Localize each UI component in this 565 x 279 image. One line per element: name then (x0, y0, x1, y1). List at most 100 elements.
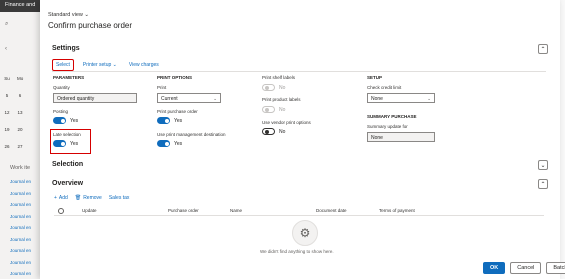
calendar-day[interactable]: 27 (17, 144, 23, 149)
background-left-pane: ⌕ ‹ Su Mo 5 6 12 13 19 20 26 27 Work ite… (0, 12, 40, 279)
print-po-toggle[interactable]: Yes (157, 117, 182, 124)
toggle-switch (262, 106, 275, 113)
print-product-toggle: No (262, 106, 285, 113)
use-pm-label: Use print management destination (157, 132, 226, 137)
print-select[interactable]: Current ⌄ (157, 93, 221, 103)
column-header-purchase-order[interactable]: Purchase order (168, 208, 199, 213)
dialog-title: Confirm purchase order (48, 21, 133, 30)
journal-link[interactable]: Journal en (10, 248, 40, 260)
journal-link[interactable]: Journal en (10, 260, 40, 272)
ok-button[interactable]: OK (483, 262, 506, 274)
select-all-radio[interactable] (58, 208, 64, 214)
print-product-value: No (279, 106, 286, 113)
selection-header[interactable]: Selection (52, 161, 83, 168)
journal-link[interactable]: Journal en (10, 271, 40, 279)
chevron-up-icon: ⌃ (540, 46, 546, 53)
print-label: Print (157, 85, 167, 90)
search-icon[interactable]: ⌕ (5, 21, 8, 28)
calendar-week-row: 19 20 (4, 121, 40, 138)
use-pm-toggle[interactable]: Yes (157, 140, 182, 147)
calendar-week-row: 12 13 (4, 104, 40, 121)
setup-header: SETUP (367, 75, 383, 80)
overview-header[interactable]: Overview (52, 180, 83, 187)
selection-section: Selection ⌄ (48, 158, 553, 172)
posting-label: Posting (53, 109, 69, 114)
view-selector[interactable]: Standard view ⌄ (48, 12, 89, 18)
calendar-header-row: Su Mo (4, 70, 40, 87)
calendar-day[interactable]: 26 (4, 144, 10, 149)
posting-toggle[interactable]: Yes (53, 117, 78, 124)
calendar-day-header: Mo (17, 76, 24, 81)
journal-link[interactable]: Journal en (10, 202, 40, 214)
chevron-down-icon: ⌄ (111, 62, 117, 68)
late-selection-toggle[interactable]: Yes (53, 140, 78, 147)
calendar-day[interactable]: 20 (17, 127, 23, 132)
toolbar-divider (52, 71, 546, 72)
summary-update-field[interactable]: None (367, 132, 435, 142)
column-header-update[interactable]: Update (82, 208, 97, 213)
parameters-header: PARAMETERS (53, 75, 85, 80)
calendar-day[interactable]: 13 (17, 110, 23, 115)
overview-toolbar: + Add 🗑 Remove Sales tax (54, 195, 129, 201)
journal-link[interactable]: Journal en (10, 214, 40, 226)
calendar-day[interactable]: 5 (4, 93, 10, 98)
cancel-button[interactable]: Cancel (510, 262, 542, 274)
view-label: Standard view (48, 12, 83, 18)
print-po-value: Yes (174, 117, 183, 124)
column-header-document-date[interactable]: Document date (316, 208, 347, 213)
calendar-week-row: 5 6 (4, 87, 40, 104)
summary-purchase-header: SUMMARY PURCHASE (367, 114, 417, 119)
remove-button[interactable]: 🗑 Remove (75, 195, 102, 201)
dialog-footer: OK Cancel Batch (483, 262, 565, 274)
sales-tax-button[interactable]: Sales tax (109, 195, 130, 201)
calendar-day[interactable]: 12 (4, 110, 10, 115)
batch-button[interactable]: Batch (546, 262, 565, 274)
confirm-purchase-order-dialog: Standard view ⌄ Confirm purchase order S… (40, 0, 565, 279)
late-selection-value: Yes (70, 140, 79, 147)
view-charges-button[interactable]: View charges (126, 60, 162, 70)
quantity-field[interactable]: Ordered quantity (53, 93, 137, 103)
add-button[interactable]: + Add (54, 195, 68, 201)
collapse-overview-button[interactable]: ⌃ (538, 179, 548, 189)
print-value: Current (161, 95, 178, 102)
calendar-day[interactable]: 6 (17, 93, 23, 98)
settings-section: Settings ⌃ Select Printer setup ⌄ View c… (48, 41, 553, 154)
calendar-day[interactable]: 19 (4, 127, 10, 132)
vendor-print-value: No (279, 128, 286, 135)
late-selection-label: Late selection (53, 132, 81, 137)
expand-selection-button[interactable]: ⌄ (538, 160, 548, 170)
print-shelf-value: No (279, 84, 286, 91)
toggle-switch (53, 117, 66, 124)
empty-state-message: We didn't find anything to show here. (260, 249, 334, 254)
calendar: Su Mo 5 6 12 13 19 20 26 27 (4, 70, 40, 155)
add-label: Add (58, 195, 68, 201)
chevron-left-icon[interactable]: ‹ (5, 46, 7, 52)
toggle-switch (157, 140, 170, 147)
column-header-name[interactable]: Name (230, 208, 242, 213)
overview-grid-header: Update Purchase order Name Document date… (54, 206, 544, 216)
summary-update-value: None (371, 134, 383, 141)
journal-link[interactable]: Journal en (10, 179, 40, 191)
print-shelf-toggle: No (262, 84, 285, 91)
column-header-terms-of-payment[interactable]: Terms of payment (379, 208, 415, 213)
print-po-label: Print purchase order (157, 109, 198, 114)
chevron-up-icon: ⌃ (540, 181, 546, 188)
check-credit-value: None (371, 95, 383, 102)
journal-list: Journal en Journal en Journal en Journal… (10, 179, 40, 279)
printer-setup-label: Printer setup (82, 62, 112, 68)
vendor-print-toggle[interactable]: No (262, 128, 285, 135)
collapse-settings-button[interactable]: ⌃ (538, 44, 548, 54)
plus-icon: + (54, 195, 57, 201)
check-credit-select[interactable]: None ⌄ (367, 93, 435, 103)
journal-link[interactable]: Journal en (10, 191, 40, 203)
chevron-down-icon: ⌄ (84, 12, 89, 18)
journal-link[interactable]: Journal en (10, 237, 40, 249)
select-button[interactable]: Select (52, 59, 74, 71)
journal-link[interactable]: Journal en (10, 225, 40, 237)
work-items-label: Work ite (10, 165, 31, 171)
settings-toolbar: Select Printer setup ⌄ View charges (52, 59, 162, 71)
settings-header[interactable]: Settings (52, 45, 80, 52)
summary-update-label: Summary update for (367, 124, 408, 129)
print-shelf-label: Print shelf labels (262, 75, 296, 80)
printer-setup-button[interactable]: Printer setup ⌄ (80, 60, 120, 70)
